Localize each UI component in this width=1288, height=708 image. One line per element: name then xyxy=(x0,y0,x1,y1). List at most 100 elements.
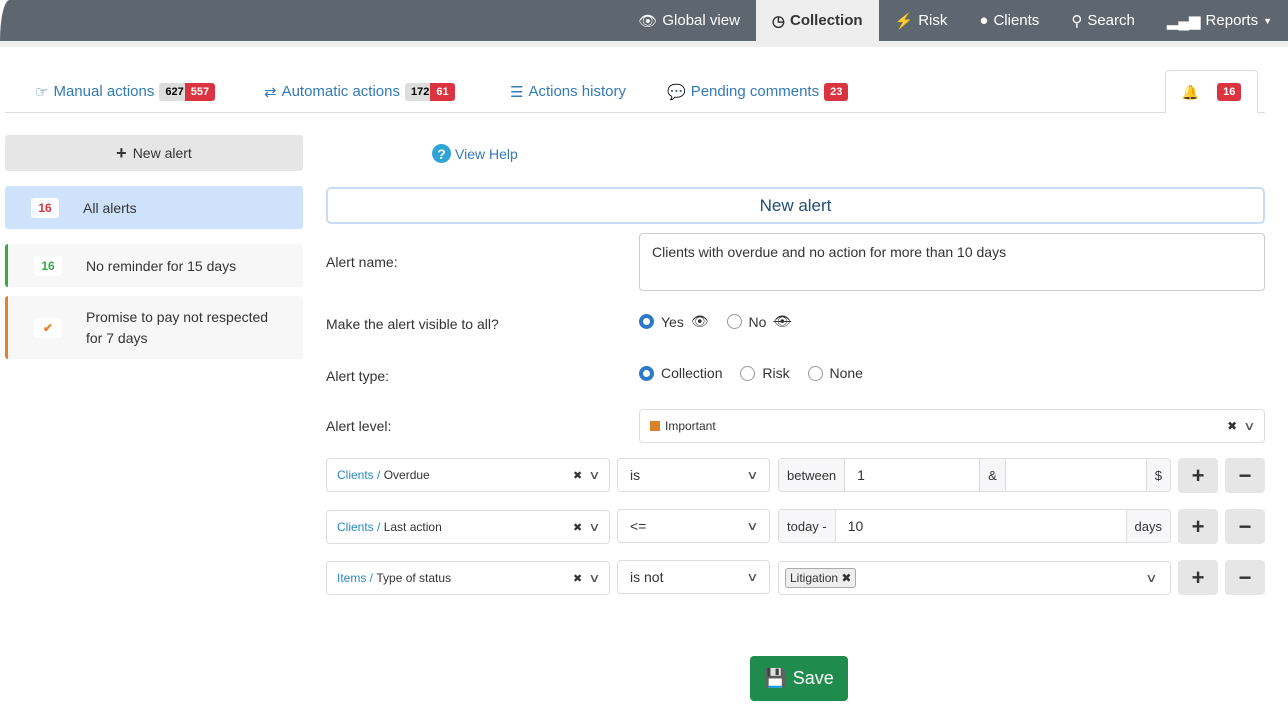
visible-yes-radio[interactable]: Yes 👁 xyxy=(639,313,709,330)
tab-automatic-actions[interactable]: ⇄ Automatic actions 172 61 xyxy=(264,70,455,113)
globe-icon: ● xyxy=(979,12,989,29)
field-entity: Clients xyxy=(337,468,374,482)
plus-icon: + xyxy=(1191,513,1205,539)
nav-label: Risk xyxy=(918,12,948,29)
days-addon: days xyxy=(1125,510,1170,542)
radio-label: Risk xyxy=(762,365,790,381)
check-icon: ✔ xyxy=(34,317,62,338)
condition-field-select[interactable]: Clients / Overdue ✖ ∨ xyxy=(326,458,610,492)
condition-operator-select[interactable]: is not ∨ xyxy=(617,560,770,594)
tab-actions-history[interactable]: ☰ Actions history xyxy=(510,70,626,113)
count-badge: 23 xyxy=(824,82,849,101)
bolt-icon: ⚡ xyxy=(894,12,914,30)
save-button[interactable]: 💾 Save xyxy=(750,656,848,701)
nav-global-view[interactable]: 👁 Global view xyxy=(622,0,756,41)
eye-icon: 👁 xyxy=(690,313,709,329)
remove-condition-button[interactable]: − xyxy=(1225,458,1265,493)
field-name: Type of status xyxy=(376,571,452,585)
count-badge: 16 xyxy=(34,255,62,276)
action-tabs: ☞ Manual actions 627 557 ⇄ Automatic actions… xyxy=(5,70,1265,114)
clear-icon[interactable]: ✖ xyxy=(573,469,582,482)
field-name: Last action xyxy=(383,520,442,534)
count-badge: 16 xyxy=(31,197,59,218)
clock-icon: ◷ xyxy=(771,12,786,30)
value-from-input[interactable]: 1 xyxy=(845,459,981,491)
remove-condition-button[interactable]: − xyxy=(1225,509,1265,544)
minus-icon: − xyxy=(1238,513,1252,539)
nav-label: Search xyxy=(1087,12,1135,29)
nav-reports[interactable]: ▂▄▆ Reports ▼ xyxy=(1151,0,1288,41)
tab-alerts[interactable]: 🔔 16 xyxy=(1165,70,1258,114)
type-label: Alert type: xyxy=(326,368,390,384)
tag-chip: Litigation ✖ xyxy=(785,568,857,588)
alert-level-select[interactable]: Important ✖ ∨ xyxy=(639,409,1265,443)
remove-condition-button[interactable]: − xyxy=(1225,560,1265,595)
clear-icon[interactable]: ✖ xyxy=(1227,419,1237,433)
nav-search[interactable]: ⚲ Search xyxy=(1055,0,1151,41)
bar-chart-icon: ▂▄▆ xyxy=(1166,12,1201,30)
type-risk-radio[interactable]: Risk xyxy=(740,365,790,381)
remove-tag-icon[interactable]: ✖ xyxy=(841,571,851,585)
nav-strip xyxy=(0,41,1288,47)
condition-value-group: between 1 & $ xyxy=(778,458,1171,492)
tag-label: Litigation xyxy=(790,571,839,585)
condition-tags-select[interactable]: Litigation ✖ ∨ xyxy=(778,561,1171,595)
tab-pending-comments[interactable]: 💬 Pending comments 23 xyxy=(667,70,849,113)
nav-collection[interactable]: ◷ Collection xyxy=(755,0,879,41)
minus-icon: − xyxy=(1238,462,1252,488)
condition-operator-select[interactable]: is ∨ xyxy=(617,458,770,492)
type-collection-radio[interactable]: Collection xyxy=(639,365,722,381)
field-name: Overdue xyxy=(383,468,430,482)
add-condition-button[interactable]: + xyxy=(1178,509,1218,544)
days-input[interactable]: 10 xyxy=(836,518,1126,534)
separator-addon: & xyxy=(980,459,1006,491)
radio-label: None xyxy=(829,365,863,381)
chevron-down-icon[interactable]: ∨ xyxy=(588,571,600,585)
search-icon: ⚲ xyxy=(1071,12,1083,30)
button-label: Save xyxy=(792,668,834,688)
chevron-down-icon[interactable]: ∨ xyxy=(588,520,600,534)
nav-risk[interactable]: ⚡ Risk xyxy=(879,0,964,41)
add-condition-button[interactable]: + xyxy=(1178,458,1218,493)
comments-icon: 💬 xyxy=(667,83,686,101)
caret-down-icon: ▼ xyxy=(1263,15,1272,26)
nav-clients[interactable]: ● Clients xyxy=(963,0,1055,41)
question-icon: ? xyxy=(432,144,451,163)
chevron-down-icon[interactable]: ∨ xyxy=(1243,419,1255,433)
visible-no-radio[interactable]: No 👁 xyxy=(726,313,791,330)
sidebar-item-all-alerts[interactable]: 16 All alerts xyxy=(5,186,303,229)
level-color-swatch xyxy=(650,421,660,431)
condition-field-select[interactable]: Items / Type of status ✖ ∨ xyxy=(326,561,610,595)
new-alert-button[interactable]: + New alert xyxy=(5,135,303,171)
field-entity: Items xyxy=(337,571,367,585)
condition-value-group: today -10 days xyxy=(778,509,1171,543)
tab-manual-actions[interactable]: ☞ Manual actions 627 557 xyxy=(35,70,216,113)
view-help-link[interactable]: ? View Help xyxy=(432,144,518,163)
visible-label: Make the alert visible to all? xyxy=(326,316,499,332)
plus-icon: + xyxy=(1191,462,1205,488)
count-badge: 61 xyxy=(430,83,455,101)
clear-icon[interactable]: ✖ xyxy=(573,521,582,534)
chevron-down-icon: ∨ xyxy=(746,519,759,533)
chevron-down-icon: ∨ xyxy=(1145,571,1158,585)
sidebar-item-no-reminder[interactable]: 16 No reminder for 15 days xyxy=(5,244,303,287)
select-value: <= xyxy=(630,518,647,534)
nav-label: Collection xyxy=(790,12,863,29)
plus-icon: + xyxy=(116,142,127,163)
sidebar-item-promise[interactable]: ✔ Promise to pay not respected for 7 days xyxy=(5,296,303,359)
count-badge: 557 xyxy=(184,83,216,101)
form-title: New alert xyxy=(326,187,1265,224)
condition-field-select[interactable]: Clients / Last action ✖ ∨ xyxy=(326,510,610,544)
add-condition-button[interactable]: + xyxy=(1178,560,1218,595)
value-to-input[interactable] xyxy=(1006,459,1146,491)
help-label: View Help xyxy=(455,145,518,162)
floppy-disk-icon: 💾 xyxy=(764,668,787,688)
clear-icon[interactable]: ✖ xyxy=(573,572,582,585)
condition-operator-select[interactable]: <= ∨ xyxy=(617,509,770,543)
alert-name-input[interactable]: Clients with overdue and no action for m… xyxy=(639,233,1265,291)
chevron-down-icon[interactable]: ∨ xyxy=(588,468,600,482)
select-value: is not xyxy=(630,569,664,585)
type-none-radio[interactable]: None xyxy=(807,365,863,381)
nav-label: Global view xyxy=(662,12,740,29)
tab-label: Actions history xyxy=(528,83,626,100)
